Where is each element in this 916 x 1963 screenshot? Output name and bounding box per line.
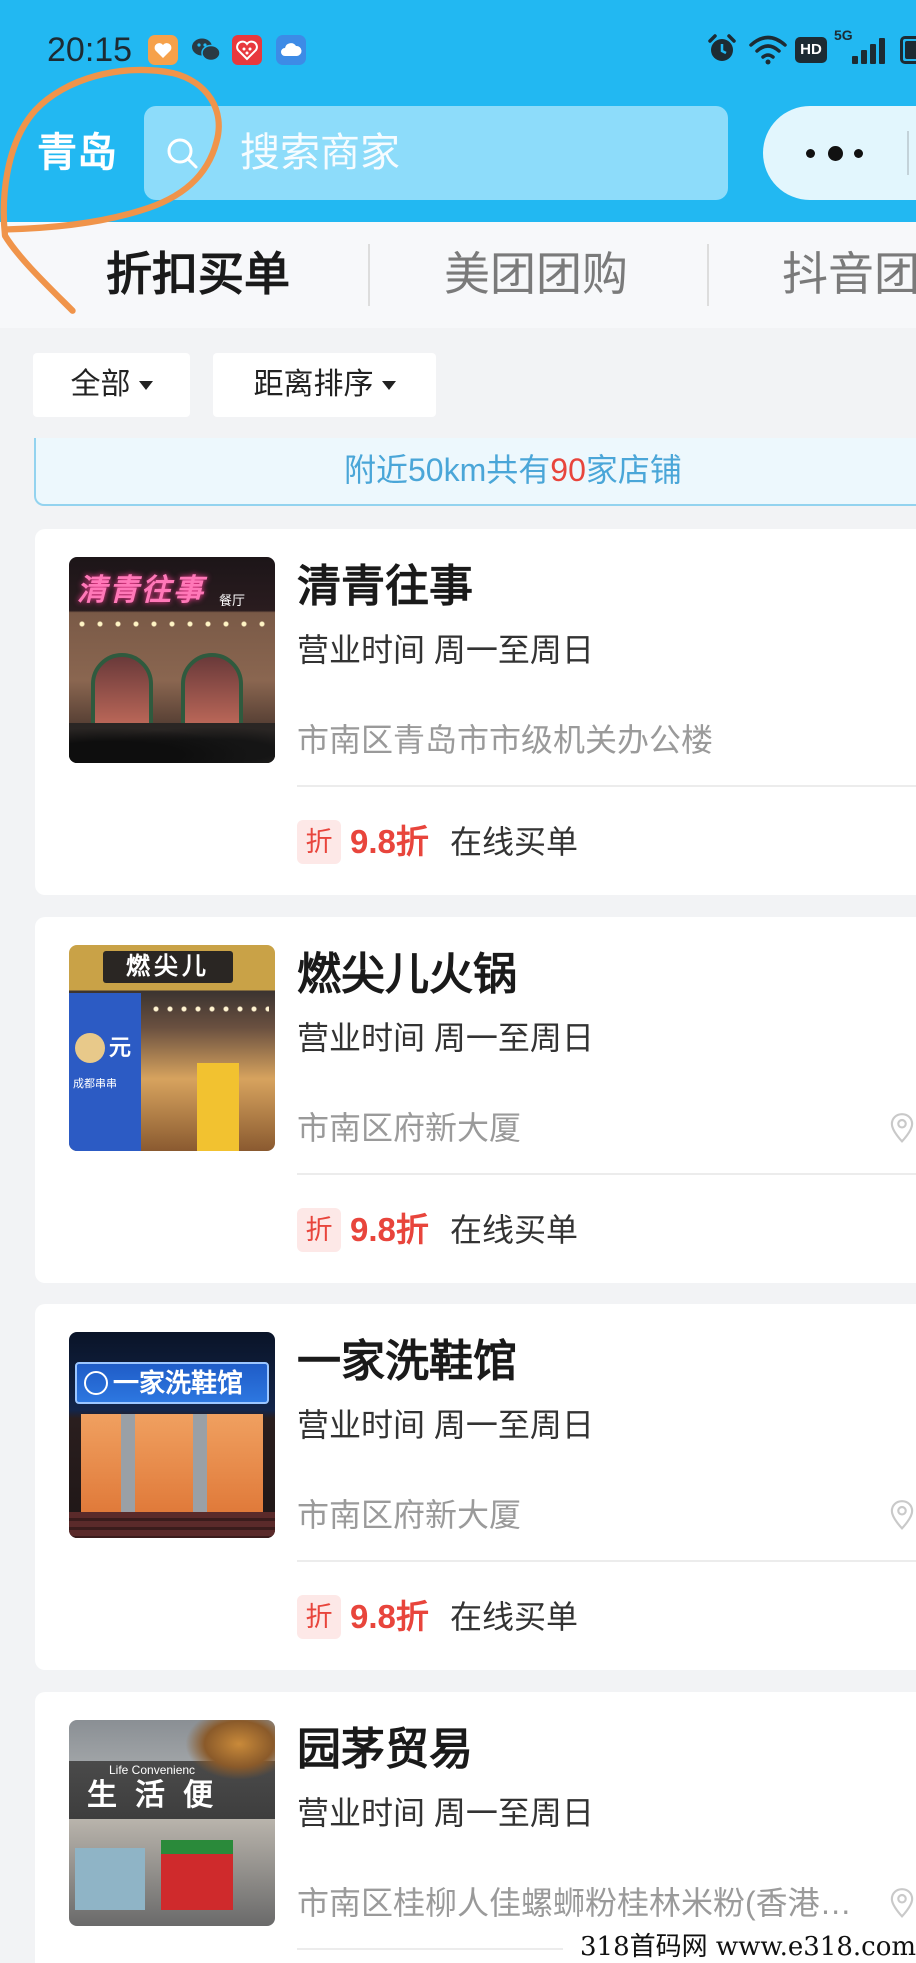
card-divider <box>297 1560 916 1562</box>
store-card[interactable]: Life Convenienc 生活便 园茅贸易 营业时间 周一至周日 市南区桂… <box>35 1692 916 1963</box>
store-card[interactable]: 燃尖儿 元 成都串串 燃尖儿火锅 营业时间 周一至周日 市南区府新大厦 折 9.… <box>35 917 916 1283</box>
alarm-icon <box>708 34 736 61</box>
store-card[interactable]: 清青往事 餐厅 清青往事 营业时间 周一至周日 市南区青岛市市级机关办公楼 折 … <box>35 529 916 895</box>
store-name: 清青往事 <box>297 562 473 611</box>
photo-window <box>91 653 153 733</box>
photo-window <box>181 653 243 733</box>
discount-value: 9.8折 <box>350 1211 429 1248</box>
tab-divider <box>707 244 709 306</box>
discount-badge: 折 <box>297 1208 341 1252</box>
site-watermark: 318首码网 www.e318.com <box>563 1932 916 1963</box>
poster-big-text: 元 <box>109 1035 132 1060</box>
location-pin-icon[interactable] <box>889 1112 915 1144</box>
photo-lights <box>73 619 271 629</box>
discount-badge: 折 <box>297 1595 341 1639</box>
store-hours: 营业时间 周一至周日 <box>297 632 594 668</box>
photo-tree <box>185 1720 275 1780</box>
pay-online-link[interactable]: 在线买单 <box>450 1595 578 1639</box>
heart-app-icon <box>148 35 178 65</box>
nearby-stores-text: 附近50km共有90家店铺 <box>344 438 682 502</box>
location-pin-icon[interactable] <box>889 1887 915 1919</box>
tab-discount-pay[interactable]: 折扣买单 <box>106 244 290 304</box>
filter-sort-label: 距离排序 <box>253 368 374 401</box>
search-placeholder: 搜索商家 <box>240 131 400 175</box>
category-tabs: 折扣买单 美团团购 抖音团 <box>0 222 916 328</box>
photo-poster <box>161 1840 233 1910</box>
tab-divider <box>368 244 370 306</box>
photo-sign-logo <box>84 1371 108 1395</box>
tab-meituan-groupbuy[interactable]: 美团团购 <box>444 244 628 304</box>
top-header: 20:15 HD 5G 青岛 搜索商家 <box>0 0 916 222</box>
caret-down-icon <box>381 380 396 390</box>
store-name: 燃尖儿火锅 <box>297 950 517 999</box>
photo-ground <box>69 723 275 763</box>
store-photo: 清青往事 餐厅 <box>69 557 275 763</box>
network-type-label: 5G <box>834 27 853 43</box>
card-divider <box>297 1173 916 1175</box>
store-hours: 营业时间 周一至周日 <box>297 1407 594 1443</box>
status-time: 20:15 <box>47 31 133 69</box>
photo-sign-text: 清青往事 <box>77 574 205 607</box>
location-pin-icon[interactable] <box>889 1499 915 1531</box>
photo-sign-text: 生活便 <box>87 1779 231 1812</box>
tab-douyin-groupbuy[interactable]: 抖音团 <box>782 244 916 304</box>
banner-prefix: 附近50km共有 <box>344 452 551 488</box>
photo-steps <box>69 1512 275 1538</box>
store-name: 一家洗鞋馆 <box>297 1337 517 1386</box>
store-address: 市南区府新大厦 <box>297 1497 522 1533</box>
banner-suffix: 家店铺 <box>585 452 682 488</box>
store-address: 市南区府新大厦 <box>297 1110 522 1146</box>
mini-program-capsule <box>763 106 916 200</box>
capsule-divider <box>907 131 909 175</box>
poster-food-image <box>75 1033 105 1063</box>
photo-sign: 一家洗鞋馆 <box>75 1362 269 1404</box>
photo-pillar <box>121 1414 135 1512</box>
filter-sort-dropdown[interactable]: 距离排序 <box>213 353 436 417</box>
photo-poster: 元 成都串串 <box>69 993 141 1151</box>
poster-text: 成都串串 <box>73 1078 117 1090</box>
discount-badge: 折 <box>297 820 341 864</box>
store-count: 90 <box>550 452 586 488</box>
photo-cabinet <box>197 1063 239 1151</box>
red-app-icon <box>232 35 262 65</box>
nearby-stores-banner: 附近50km共有90家店铺 <box>34 438 916 506</box>
hd-icon: HD <box>795 37 827 63</box>
photo-sign-english: Life Convenienc <box>109 1763 196 1777</box>
store-address: 市南区青岛市市级机关办公楼 <box>297 722 714 758</box>
store-photo: 一家洗鞋馆 <box>69 1332 275 1538</box>
search-box[interactable]: 搜索商家 <box>144 106 728 200</box>
photo-sign-text: 燃尖儿 <box>103 951 233 983</box>
store-address: 市南区桂柳人佳螺蛳粉桂林米粉(香港… <box>297 1885 852 1921</box>
store-photo: 燃尖儿 元 成都串串 <box>69 945 275 1151</box>
store-name: 园茅贸易 <box>297 1725 473 1774</box>
wifi-icon <box>749 35 787 65</box>
photo-storefront <box>81 1414 263 1512</box>
pay-online-link[interactable]: 在线买单 <box>450 1208 578 1252</box>
photo-sign-text: 一家洗鞋馆 <box>113 1368 244 1398</box>
pay-online-link[interactable]: 在线买单 <box>450 820 578 864</box>
battery-icon <box>900 36 916 64</box>
photo-sign-subtext: 餐厅 <box>219 593 246 608</box>
city-selector[interactable]: 青岛 <box>37 126 117 180</box>
store-photo: Life Convenienc 生活便 <box>69 1720 275 1926</box>
discount-value: 9.8折 <box>350 1598 429 1635</box>
cloud-app-icon <box>276 35 306 65</box>
app-root: 20:15 HD 5G 青岛 搜索商家 折扣买单 美团团购 抖音团 全部 距离排… <box>0 0 916 1963</box>
caret-down-icon <box>138 380 153 390</box>
photo-window <box>75 1848 145 1910</box>
photo-pillar <box>193 1414 207 1512</box>
wechat-icon <box>192 38 221 62</box>
filter-all-label: 全部 <box>70 368 131 401</box>
filter-all-dropdown[interactable]: 全部 <box>33 353 190 417</box>
search-icon <box>167 138 198 169</box>
store-card[interactable]: 一家洗鞋馆 一家洗鞋馆 营业时间 周一至周日 市南区府新大厦 折 9.8折 在线… <box>35 1304 916 1670</box>
card-divider <box>297 785 916 787</box>
store-hours: 营业时间 周一至周日 <box>297 1795 594 1831</box>
discount-value: 9.8折 <box>350 823 429 860</box>
photo-lights <box>149 1005 269 1013</box>
store-hours: 营业时间 周一至周日 <box>297 1020 594 1056</box>
